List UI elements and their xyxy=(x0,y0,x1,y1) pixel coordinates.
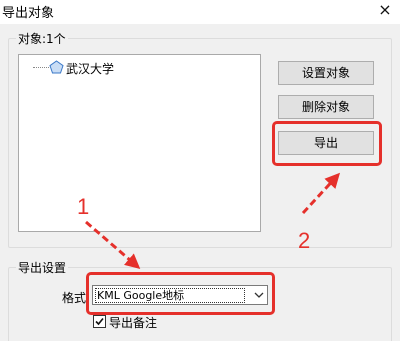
arrow-2 xyxy=(301,172,341,215)
annotation-arrows xyxy=(85,172,341,269)
arrow-1 xyxy=(85,220,141,269)
